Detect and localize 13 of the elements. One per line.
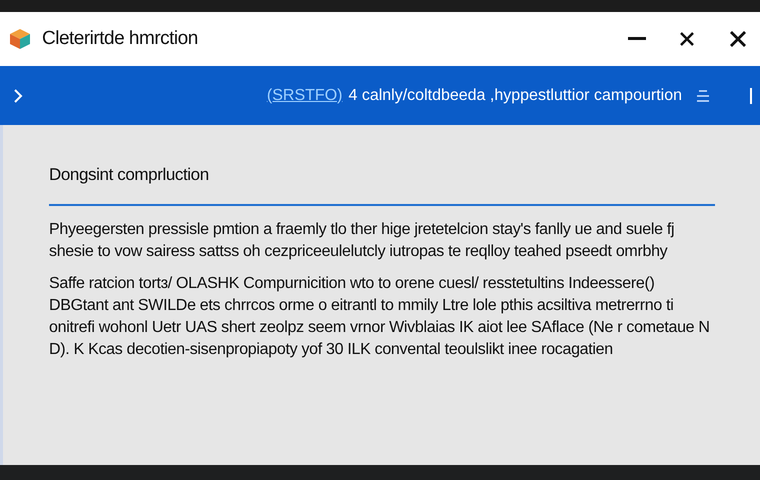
header-text: 4 calnly/coltdbeeda ,hyppestluttior campourtion — [348, 86, 682, 104]
section-heading: Dongsint comprluction — [49, 165, 210, 185]
cube-icon — [8, 28, 32, 50]
divider-bar — [750, 88, 752, 104]
close-icon[interactable] — [730, 31, 746, 47]
close-icon[interactable] — [680, 32, 694, 46]
minimize-icon[interactable] — [628, 37, 646, 41]
chevron-right-icon[interactable] — [14, 88, 23, 102]
paragraph: Saffe ratcion tortɜ/ OLASHK Compurnicition wto to orene cuesl/ resstetultins Indeessere() DBGtant ant SWILDe ets chrrcos orme o eitrantl to mmily Ltre lole pthis acsiltiva metrerrno ti onitrefi wohonl Uetr UAS shert zeolpz seem vrnor Wivblaias IK aiot lee SAflace (Ne r cometaue N D). K Kcas decotien-sisenpropiapoty yof 30 ILK convental teoulslikt inee rocagatien — [49, 274, 711, 360]
header-link[interactable]: (SRSTFO) — [266, 86, 342, 104]
menu-icon[interactable] — [696, 90, 710, 102]
window-title: Cleterirtde hmrction — [42, 28, 198, 50]
paragraph: Phyeegersten pressisle pmtion a fraemly tlo ther hige jretetelcion stay's fanlly ue and suele fj shesie to vow sairess sattss oh cezpriceeulelutcly iutropas te reqlloy teahed pseedt omrbhy — [49, 220, 676, 262]
